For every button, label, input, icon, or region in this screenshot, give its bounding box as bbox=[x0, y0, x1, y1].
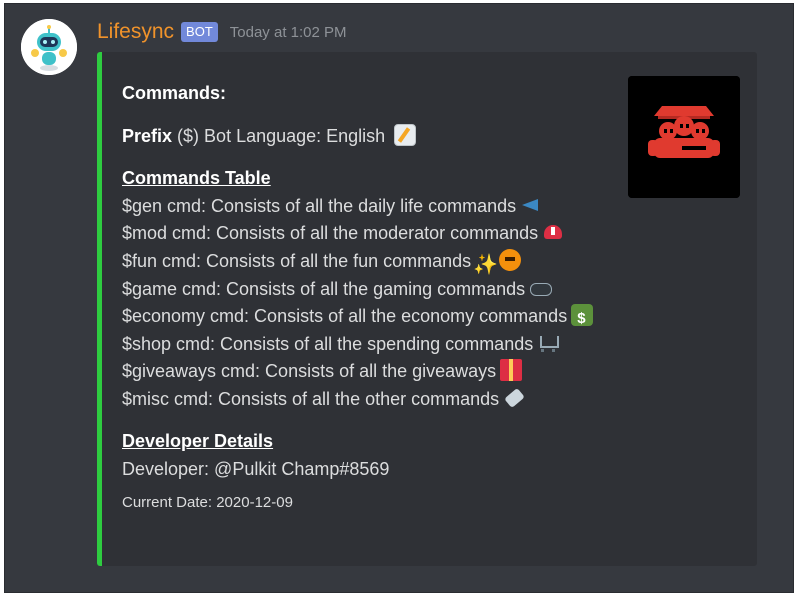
bot-avatar[interactable] bbox=[21, 19, 77, 75]
game-controller-icon bbox=[529, 277, 553, 299]
command-row-gen: $gen cmd: Consists of all the daily life… bbox=[122, 193, 622, 221]
memo-icon bbox=[394, 123, 417, 146]
rescue-helmet-icon bbox=[542, 221, 564, 243]
developer-line: Developer: @Pulkit Champ#8569 bbox=[122, 458, 390, 479]
prefix-value: ($) Bot Language: English bbox=[177, 125, 386, 146]
prefix-line: Prefix ($) Bot Language: English bbox=[122, 123, 622, 151]
discord-chat-area: Lifesync BOT Today at 1:02 PM Commands: … bbox=[4, 3, 794, 593]
command-row-shop: $shop cmd: Consists of all the spending … bbox=[122, 331, 622, 359]
money-icon bbox=[571, 304, 594, 333]
command-row-giveaways: $giveaways cmd: Consists of all the give… bbox=[122, 358, 622, 386]
command-row-fun: $fun cmd: Consists of all the fun comman… bbox=[122, 248, 622, 276]
command-row-misc: $misc cmd: Consists of all the other com… bbox=[122, 386, 622, 414]
shopping-cart-icon bbox=[537, 332, 560, 354]
sparkles-icon: ✨ bbox=[473, 253, 499, 276]
bot-badge: BOT bbox=[181, 22, 218, 42]
pumpkin-icon bbox=[499, 248, 522, 271]
embed-thumbnail[interactable] bbox=[628, 76, 740, 198]
megaphone-icon bbox=[520, 194, 542, 216]
pill-icon bbox=[503, 387, 525, 409]
embed-body: Commands: Prefix ($) Bot Language: Engli… bbox=[122, 80, 622, 517]
command-row-economy: $economy cmd: Consists of all the econom… bbox=[122, 303, 622, 333]
message-timestamp[interactable]: Today at 1:02 PM bbox=[230, 24, 347, 41]
prefix-label: Prefix bbox=[122, 125, 173, 146]
embed-title: Commands: bbox=[122, 83, 227, 103]
stormtroopers-thumbnail-icon bbox=[628, 76, 740, 198]
username[interactable]: Lifesync bbox=[97, 20, 174, 44]
command-row-game: $game cmd: Consists of all the gaming co… bbox=[122, 276, 622, 304]
embed-footer-date: Current Date: 2020-12-09 bbox=[122, 494, 293, 511]
robot-avatar-icon bbox=[21, 19, 77, 75]
commands-embed: Commands: Prefix ($) Bot Language: Engli… bbox=[97, 52, 757, 566]
developer-details-heading: Developer Details bbox=[122, 431, 274, 451]
command-row-mod: $mod cmd: Consists of all the moderator … bbox=[122, 220, 622, 248]
message-header: Lifesync BOT Today at 1:02 PM bbox=[97, 18, 347, 46]
commands-table-heading: Commands Table bbox=[122, 168, 271, 188]
gift-icon bbox=[500, 359, 523, 381]
